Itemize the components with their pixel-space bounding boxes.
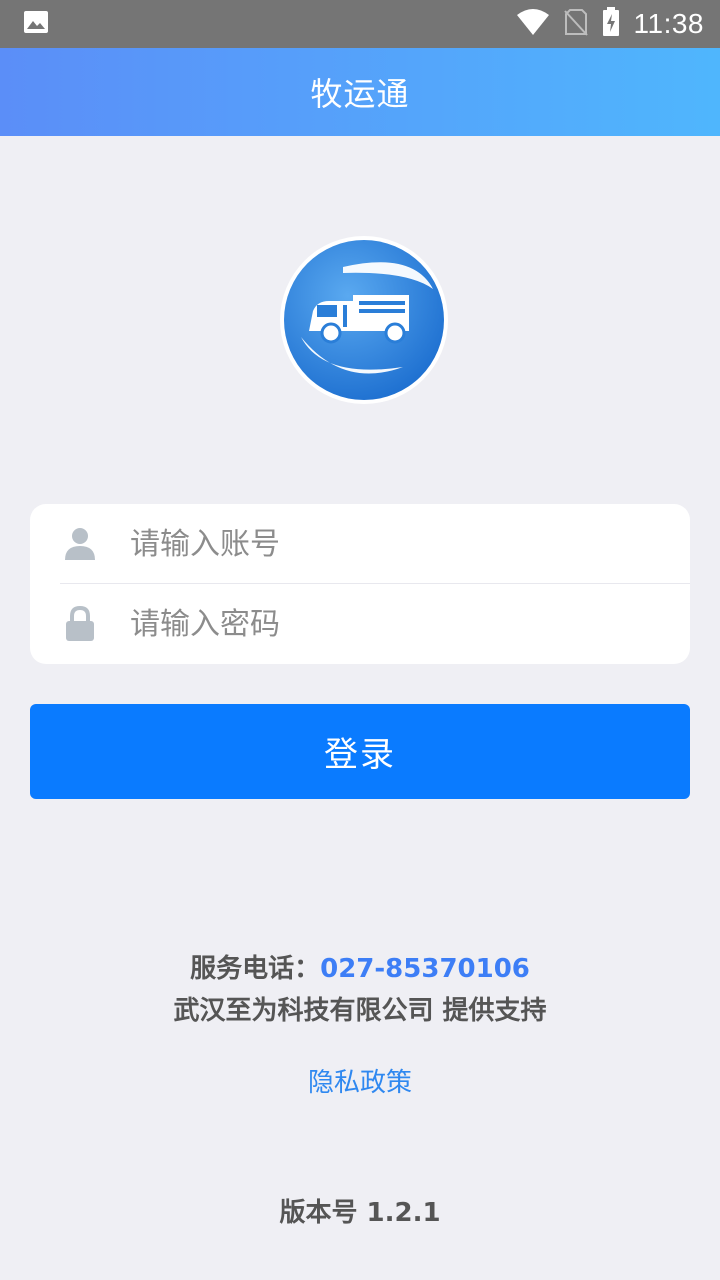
status-left [22, 8, 50, 40]
password-input[interactable] [130, 598, 650, 650]
status-bar: 11:38 [0, 0, 720, 48]
account-row [30, 504, 690, 584]
status-time: 11:38 [633, 8, 704, 39]
battery-charging-icon [602, 7, 620, 41]
support-text: 武汉至为科技有限公司 提供支持 [173, 996, 547, 1026]
no-sim-icon [563, 8, 588, 40]
lock-icon [62, 604, 98, 644]
service-phone-link[interactable]: 027-85370106 [320, 954, 530, 984]
login-form [30, 504, 690, 664]
status-right: 11:38 [516, 7, 705, 41]
service-phone-line: 服务电话：027-85370106 [0, 948, 720, 985]
image-icon [22, 8, 50, 40]
service-label: 服务电话： [190, 954, 321, 984]
password-row [30, 584, 690, 664]
login-button[interactable]: 登录 [30, 704, 690, 799]
truck-logo-icon [284, 240, 444, 400]
user-icon [62, 524, 98, 564]
version-text: 版本号 1.2.1 [279, 1198, 441, 1228]
app-logo [280, 236, 448, 404]
wifi-icon [516, 8, 550, 40]
privacy-policy-link[interactable]: 隐私政策 [0, 1062, 720, 1099]
app-bar: 牧运通 [0, 48, 720, 136]
page-title: 牧运通 [310, 75, 410, 113]
account-input[interactable] [130, 518, 650, 570]
